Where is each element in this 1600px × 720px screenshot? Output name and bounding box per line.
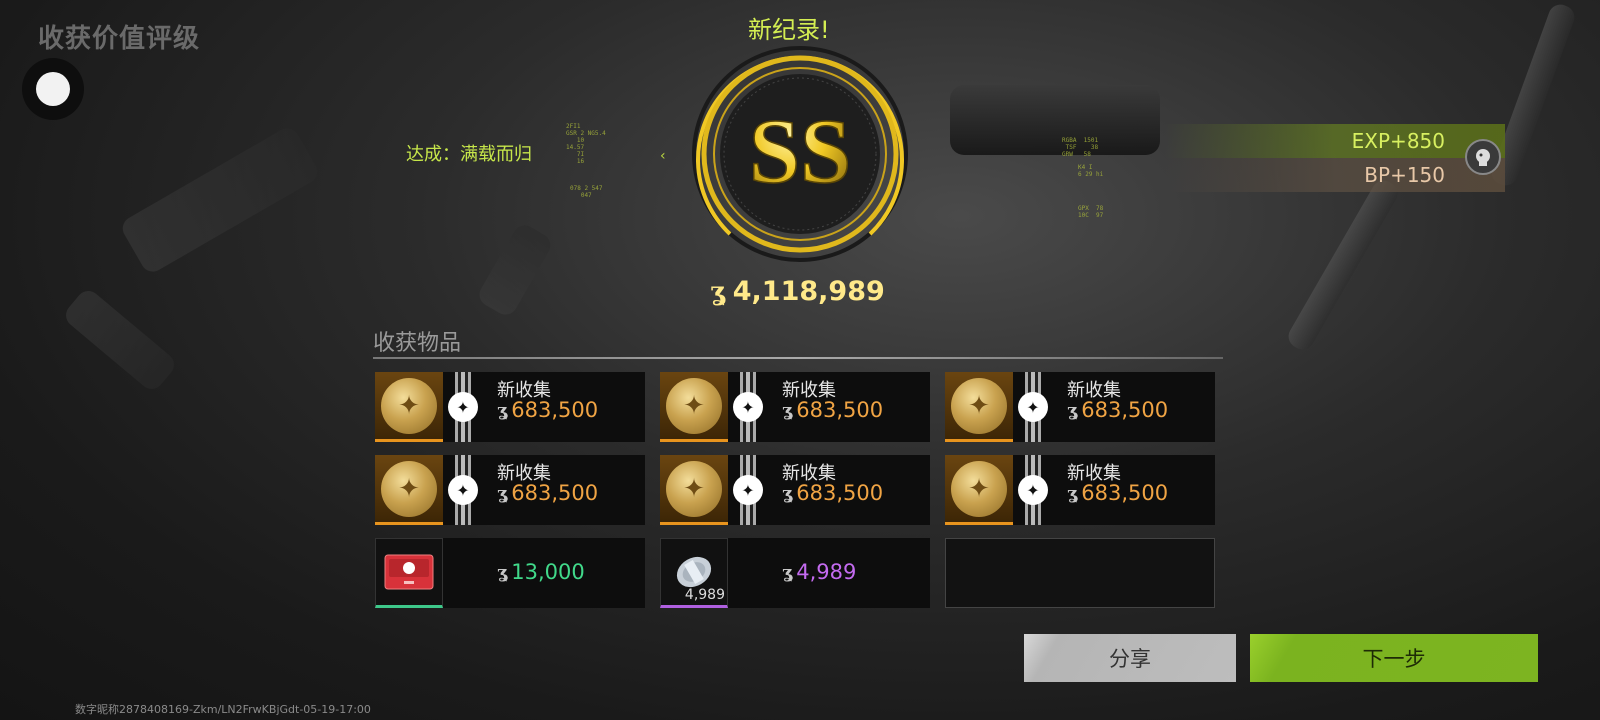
red-card-icon — [384, 554, 434, 590]
item-value-text: 13,000 — [511, 560, 585, 584]
item-value: ʓ 683,500 — [782, 481, 883, 505]
item-card[interactable]: ✦ ✦ 新收集 ʓ 683,500 — [945, 372, 1215, 442]
coin-icon: ʓ — [710, 276, 725, 307]
new-badge-icon: ✦ — [733, 392, 763, 422]
empty-slot — [945, 538, 1215, 608]
new-badge-icon: ✦ — [1018, 475, 1048, 505]
page-title: 收获价值评级 — [38, 24, 201, 54]
rank-emblem: SS — [692, 46, 908, 262]
bp-reward: BP+150 — [1165, 158, 1505, 192]
coin-icon: ʓ — [782, 482, 793, 504]
divider — [373, 357, 1223, 359]
medal-icon: ✦ — [381, 460, 437, 517]
medal-icon: ✦ — [381, 377, 437, 434]
footer-watermark: 数字昵称2878408169-Zkm/LN2FrwKBjGdt-05-19-17… — [75, 703, 371, 716]
coin-icon: ʓ — [497, 399, 508, 421]
item-card[interactable]: ✦ ✦ 新收集 ʓ 683,500 — [945, 455, 1215, 525]
item-card[interactable]: ✦ ✦ 新收集 ʓ 683,500 — [660, 455, 930, 525]
item-card[interactable]: ʓ 13,000 — [375, 538, 645, 608]
background-cylinder — [950, 85, 1160, 155]
item-value-text: 4,989 — [796, 560, 857, 584]
new-badge-icon: ✦ — [448, 475, 478, 505]
bp-reward-label: BP+150 — [1364, 163, 1445, 187]
item-thumbnail: ✦ — [660, 372, 728, 442]
item-quantity: 4,989 — [684, 587, 725, 603]
coin-icon: ʓ — [782, 561, 793, 583]
total-value-amount: 4,118,989 — [732, 276, 885, 307]
section-title: 收获物品 — [373, 331, 462, 356]
item-thumbnail: ✦ — [945, 455, 1013, 525]
hud-text: GPX 78 10C 97 — [1078, 205, 1104, 219]
item-value: ʓ 4,989 — [782, 560, 856, 584]
item-thumbnail — [375, 538, 443, 608]
item-value-text: 683,500 — [796, 481, 884, 505]
exp-reward: EXP+850 — [1165, 124, 1505, 158]
hud-text: K4 I 6 29 hi — [1078, 164, 1104, 178]
item-value: ʓ 683,500 — [1067, 481, 1168, 505]
exp-reward-label: EXP+850 — [1351, 129, 1445, 153]
medal-icon: ✦ — [951, 460, 1007, 517]
medal-icon: ✦ — [666, 377, 722, 434]
hud-text: RGBA 1501 TSF 38 GRW 58 — [1062, 137, 1099, 158]
item-thumbnail: ✦ — [375, 455, 443, 525]
item-value-text: 683,500 — [796, 398, 884, 422]
new-badge-icon: ✦ — [448, 392, 478, 422]
background-shape — [118, 124, 322, 276]
item-value: ʓ 683,500 — [782, 398, 883, 422]
item-card[interactable]: ✦ ✦ 新收集 ʓ 683,500 — [375, 372, 645, 442]
coin-icon: ʓ — [782, 399, 793, 421]
new-record-label: 新纪录! — [748, 16, 830, 44]
next-button[interactable]: 下一步 — [1250, 634, 1538, 682]
item-card[interactable]: ✦ ✦ 新收集 ʓ 683,500 — [375, 455, 645, 525]
coin-icon: ʓ — [497, 482, 508, 504]
toggle-button[interactable] — [22, 58, 84, 120]
item-value-text: 683,500 — [1081, 398, 1169, 422]
item-value: ʓ 13,000 — [497, 560, 585, 584]
achievement-label: 达成：满载而归 — [406, 144, 532, 165]
item-value-text: 683,500 — [511, 481, 599, 505]
hud-text: 2FI1 GSR 2 NG5.4 10 14.57 7I 16 — [566, 123, 606, 165]
toggle-dot — [36, 72, 70, 106]
hud-text: 078 2 547 047 — [570, 185, 603, 199]
rank-letters: SS — [749, 100, 851, 202]
new-badge-icon: ✦ — [733, 475, 763, 505]
share-button[interactable]: 分享 — [1024, 634, 1236, 682]
medal-icon: ✦ — [666, 460, 722, 517]
item-thumbnail: ✦ — [375, 372, 443, 442]
coin-icon: ʓ — [1067, 399, 1078, 421]
item-value: ʓ 683,500 — [497, 481, 598, 505]
item-value-text: 683,500 — [511, 398, 599, 422]
medal-icon: ✦ — [951, 377, 1007, 434]
chevron-left-icon: ‹ — [660, 148, 666, 164]
item-thumbnail: ✦ — [945, 372, 1013, 442]
item-value-text: 683,500 — [1081, 481, 1169, 505]
item-card[interactable]: 4,989 ʓ 4,989 — [660, 538, 930, 608]
background-shape — [61, 286, 179, 394]
item-card[interactable]: ✦ ✦ 新收集 ʓ 683,500 — [660, 372, 930, 442]
new-badge-icon: ✦ — [1018, 392, 1048, 422]
total-value: ʓ 4,118,989 — [710, 276, 885, 307]
coin-icon: ʓ — [1067, 482, 1078, 504]
item-thumbnail: ✦ — [660, 455, 728, 525]
item-thumbnail: 4,989 — [660, 538, 728, 608]
item-value: ʓ 683,500 — [497, 398, 598, 422]
head-icon — [1476, 149, 1490, 166]
item-value: ʓ 683,500 — [1067, 398, 1168, 422]
background-rod — [1284, 176, 1402, 354]
profile-avatar-icon[interactable] — [1465, 139, 1501, 175]
background-shape — [475, 221, 555, 319]
coin-icon: ʓ — [497, 561, 508, 583]
